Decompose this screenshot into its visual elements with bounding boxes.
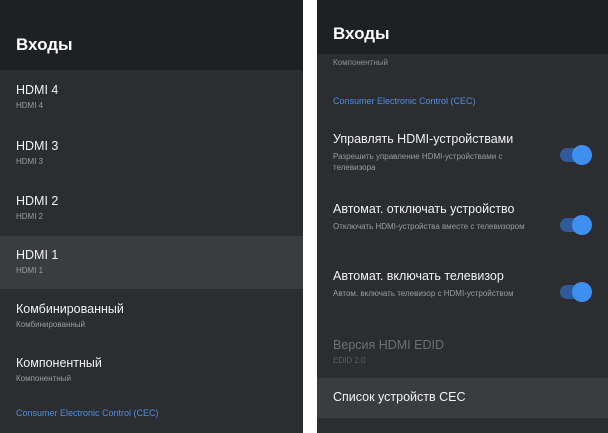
- setting-sublabel: EDID 2.0: [333, 356, 366, 365]
- cec-section-title: Consumer Electronic Control (CEC): [333, 96, 476, 106]
- input-label: Компонентный: [16, 356, 102, 370]
- input-sublabel: HDMI 2: [16, 212, 44, 221]
- inputs-panel-left: Входы HDMI 4 HDMI 4 HDMI 3 HDMI 3 HDMI 2…: [0, 0, 303, 433]
- toggle-switch[interactable]: [560, 282, 592, 302]
- cec-section-title: Consumer Electronic Control (CEC): [16, 408, 159, 418]
- setting-description: Отключать HDMI-устройства вместе с телев…: [333, 222, 525, 231]
- toggle-knob: [572, 282, 592, 302]
- input-label: Комбинированный: [16, 302, 124, 316]
- input-sublabel: Комбинированный: [16, 320, 86, 329]
- cec-device-list-item[interactable]: Список устройств CEC: [317, 378, 608, 418]
- setting-auto-tv-on[interactable]: Автомат. включать телевизор Автом. включ…: [317, 259, 608, 317]
- setting-auto-device-off[interactable]: Автомат. отключать устройство Отключать …: [317, 192, 608, 250]
- input-label: HDMI 4: [16, 83, 59, 97]
- input-sublabel: HDMI 3: [16, 157, 44, 166]
- setting-description: Автом. включать телевизор с HDMI-устройс…: [333, 289, 514, 298]
- setting-label: Версия HDMI EDID: [333, 338, 444, 352]
- input-item-composite[interactable]: Комбинированный Комбинированный: [0, 292, 303, 342]
- setting-label: Автомат. включать телевизор: [333, 269, 504, 283]
- panel-title: Входы: [16, 35, 73, 54]
- input-sublabel: HDMI 1: [16, 266, 44, 275]
- input-label: HDMI 2: [16, 194, 59, 208]
- setting-description: Разрешить управление HDMI-устройствами с…: [333, 152, 503, 172]
- setting-label: Автомат. отключать устройство: [333, 202, 515, 216]
- cec-device-list-label: Список устройств CEC: [333, 390, 466, 404]
- setting-label: Управлять HDMI-устройствами: [333, 132, 514, 146]
- input-item-hdmi2[interactable]: HDMI 2 HDMI 2: [0, 184, 303, 234]
- scrolled-item-label: Компонентный: [333, 58, 388, 67]
- toggle-switch[interactable]: [560, 145, 592, 165]
- toggle-switch[interactable]: [560, 215, 592, 235]
- input-label: HDMI 1: [16, 248, 59, 262]
- panel-title: Входы: [333, 24, 390, 43]
- panel-header: Входы: [0, 0, 303, 70]
- input-item-hdmi4[interactable]: HDMI 4 HDMI 4: [0, 73, 303, 123]
- panel-header: Входы: [317, 0, 608, 54]
- input-sublabel: HDMI 4: [16, 101, 44, 110]
- inputs-panel-right: Входы Компонентный Consumer Electronic C…: [317, 0, 608, 433]
- setting-hdmi-edid-version: Версия HDMI EDID EDID 2.0: [317, 328, 608, 374]
- toggle-knob: [572, 145, 592, 165]
- input-item-component[interactable]: Компонентный Компонентный: [0, 346, 303, 396]
- input-sublabel: Компонентный: [16, 374, 71, 383]
- input-item-hdmi1[interactable]: HDMI 1 HDMI 1: [0, 236, 303, 289]
- toggle-knob: [572, 215, 592, 235]
- setting-control-hdmi-devices[interactable]: Управлять HDMI-устройствами Разрешить уп…: [317, 122, 608, 180]
- input-item-hdmi3[interactable]: HDMI 3 HDMI 3: [0, 129, 303, 179]
- input-label: HDMI 3: [16, 139, 59, 153]
